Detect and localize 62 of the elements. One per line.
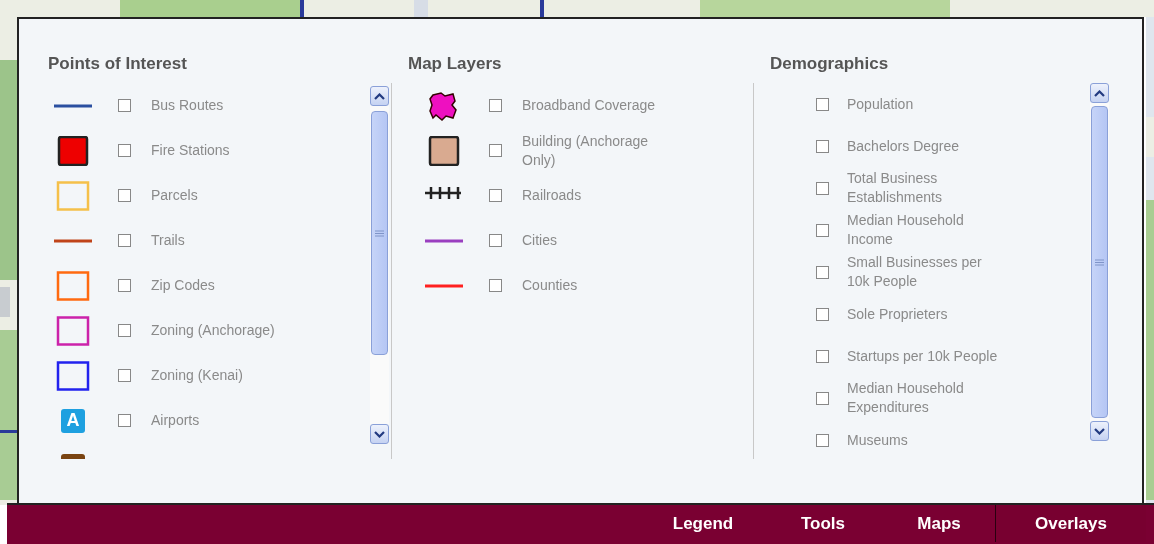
scroll-down-button[interactable] — [1090, 421, 1109, 441]
checkbox[interactable] — [816, 433, 829, 447]
layer-label: Counties — [522, 276, 579, 295]
layer-label: Museums — [847, 430, 909, 450]
checkbox[interactable] — [816, 391, 829, 405]
checkbox[interactable] — [489, 234, 502, 247]
layer-label: Median Household Expenditures — [847, 379, 965, 417]
layer-label: Small Businesses per 10k People — [847, 253, 983, 291]
layer-label: Median Household Income — [847, 211, 965, 249]
layer-label: Building (Anchorage Only) — [522, 131, 650, 170]
checkbox[interactable] — [489, 144, 502, 157]
section-title: Points of Interest — [48, 53, 188, 75]
checkbox[interactable] — [118, 414, 131, 427]
layer-label: Cities — [522, 231, 558, 250]
checkbox[interactable] — [118, 234, 131, 247]
checkbox[interactable] — [816, 139, 829, 153]
layer-label: Fire Stations — [151, 141, 231, 160]
layer-label: Zoning (Anchorage) — [151, 321, 276, 340]
layer-label: Zip Codes — [151, 276, 216, 295]
checkbox[interactable] — [489, 99, 502, 112]
layer-label: Airports — [151, 411, 201, 430]
grip-icon — [1095, 258, 1104, 266]
layer-label: Total Business Establishments — [847, 169, 943, 207]
nav-tab[interactable]: Legend — [643, 505, 763, 542]
layer-label: Trails — [151, 231, 186, 250]
checkbox[interactable] — [816, 97, 829, 111]
scroll-up-button[interactable] — [370, 86, 389, 106]
layer-label: Sole Proprieters — [847, 304, 949, 324]
layer-label: Population — [847, 94, 915, 114]
nav-tab[interactable]: Maps — [883, 505, 995, 542]
checkbox[interactable] — [816, 223, 829, 237]
checkbox[interactable] — [816, 181, 829, 195]
checkbox[interactable] — [118, 324, 131, 337]
scroll-up-button[interactable] — [1090, 83, 1109, 103]
checkbox[interactable] — [816, 307, 829, 321]
layer-label: Railroads — [522, 186, 583, 205]
checkbox[interactable] — [489, 279, 502, 292]
checkbox[interactable] — [816, 265, 829, 279]
caret-down-icon — [374, 430, 385, 438]
caret-down-icon — [1094, 427, 1105, 435]
layer-label: Startups per 10k People — [847, 346, 999, 366]
layer-label: Parcels — [151, 186, 199, 205]
layer-label: Zoning (Kenai) — [151, 366, 244, 385]
checkbox[interactable] — [118, 189, 131, 202]
checkbox[interactable] — [118, 144, 131, 157]
checkbox[interactable] — [118, 369, 131, 382]
airport-badge-icon: A — [61, 408, 85, 433]
section-title: Demographics — [770, 53, 890, 75]
scroll-down-button[interactable] — [370, 424, 389, 444]
checkbox[interactable] — [118, 279, 131, 292]
layer-label: Broadband Coverage — [522, 96, 657, 115]
caret-up-icon — [374, 92, 385, 100]
caret-up-icon — [1094, 89, 1105, 97]
nav-tab[interactable]: Tools — [763, 505, 883, 542]
layer-label: Bus Routes — [151, 96, 225, 115]
layer-label: Bachelors Degree — [847, 136, 961, 156]
grip-icon — [375, 229, 384, 237]
checkbox[interactable] — [118, 99, 131, 112]
section-title: Map Layers — [408, 53, 503, 75]
checkbox[interactable] — [489, 189, 502, 202]
checkbox[interactable] — [816, 349, 829, 363]
scrollbar-thumb[interactable] — [371, 111, 388, 355]
